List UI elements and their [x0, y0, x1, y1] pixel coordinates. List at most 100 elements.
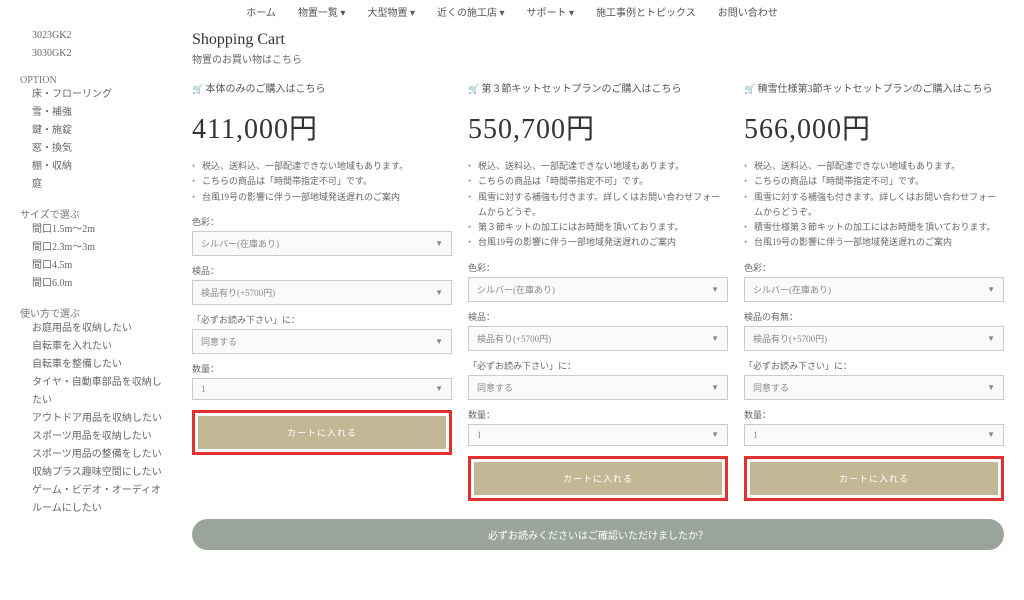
add-to-cart-button[interactable]: カートに入れる [198, 416, 446, 449]
field-label: 数量： [468, 408, 728, 421]
bullet: 税込、送料込、一部配達できない地域もあります。 [744, 159, 1004, 174]
select[interactable]: 1▼ [192, 378, 452, 400]
chevron-down-icon: ▼ [987, 430, 995, 439]
product-column: 積雪仕様第3節キットセットプランのご購入はこちら566,000円税込、送料込、一… [744, 82, 1004, 501]
sidebar-option[interactable]: 雪・補強 [32, 104, 168, 122]
nav-item[interactable]: 大型物置 ▾ [367, 4, 415, 19]
bullet: こちらの商品は「時間帯指定不可」です。 [744, 174, 1004, 189]
sidebar-option[interactable]: 床・フローリング [32, 86, 168, 104]
column-head: 第３節キットセットプランのご購入はこちら [468, 82, 728, 97]
cart-subtitle: 物置のお買い物はこちら [192, 51, 1004, 66]
field-label: 「必ずお読み下さい」に： [744, 359, 1004, 372]
sidebar-use[interactable]: 収納プラス趣味空間にしたい [32, 464, 168, 482]
add-to-cart-highlight: カートに入れる [192, 410, 452, 455]
chevron-down-icon: ▼ [711, 430, 719, 439]
sidebar-use[interactable]: 自転車を入れたい [32, 338, 168, 356]
field-label: 数量： [744, 408, 1004, 421]
select[interactable]: 同意する ▼ [744, 375, 1004, 400]
select-value: 同意する [201, 335, 237, 348]
sidebar-size[interactable]: 間口1.5m～2m [32, 221, 168, 239]
nav-item[interactable]: ホーム [246, 4, 276, 19]
sidebar-option[interactable]: 庭 [32, 176, 168, 194]
sidebar-size[interactable]: 間口4.5m [32, 257, 168, 275]
chevron-down-icon: ▼ [711, 334, 719, 343]
price: 411,000円 [192, 107, 452, 147]
select-value: シルバー(在庫あり) [477, 283, 555, 296]
top-nav: ホーム 物置一覧 ▾ 大型物置 ▾ 近くの施工店 ▾ サポート ▾ 施工事例とト… [0, 0, 1024, 27]
chevron-down-icon: ▼ [435, 337, 443, 346]
sidebar-use[interactable]: ゲーム・ビデオ・オーディオルームにしたい [32, 482, 168, 518]
add-to-cart-button[interactable]: カートに入れる [474, 462, 722, 495]
price: 550,700円 [468, 107, 728, 147]
bullet-list: 税込、送料込、一部配達できない地域もあります。こちらの商品は「時間帯指定不可」で… [192, 159, 452, 205]
sidebar-option[interactable]: 鍵・施錠 [32, 122, 168, 140]
sidebar-use[interactable]: お庭用品を収納したい [32, 320, 168, 338]
select[interactable]: 1▼ [468, 424, 728, 446]
field-label: 検品： [192, 264, 452, 277]
chevron-down-icon: ▼ [987, 334, 995, 343]
select[interactable]: 1▼ [744, 424, 1004, 446]
sidebar-head-size: サイズで選ぶ [20, 206, 168, 221]
sidebar-use[interactable]: 自転車を整備したい [32, 356, 168, 374]
sidebar: 3023GK2 3030GK2 OPTION 床・フローリング雪・補強鍵・施錠窓… [20, 27, 180, 550]
bullet: 風雪に対する補強も付きます。詳しくはお問い合わせフォームからどうぞ。 [744, 190, 1004, 221]
select-value: 検品有り(+5700円) [753, 332, 827, 345]
product-column: 本体のみのご購入はこちら411,000円税込、送料込、一部配達できない地域もあり… [192, 82, 452, 501]
select[interactable]: シルバー(在庫あり) ▼ [192, 231, 452, 256]
sidebar-size[interactable]: 間口2.3m～3m [32, 239, 168, 257]
select[interactable]: 検品有り(+5700円) ▼ [744, 326, 1004, 351]
select-value: シルバー(在庫あり) [201, 237, 279, 250]
select[interactable]: シルバー(在庫あり) ▼ [744, 277, 1004, 302]
select-value: シルバー(在庫あり) [753, 283, 831, 296]
chevron-down-icon: ▼ [987, 285, 995, 294]
chevron-down-icon: ▼ [435, 384, 443, 393]
select-value: 同意する [477, 381, 513, 394]
chevron-down-icon: ▼ [711, 285, 719, 294]
select[interactable]: 検品有り(+5700円)▼ [468, 326, 728, 351]
field-label: 色彩： [468, 261, 728, 274]
nav-item[interactable]: 近くの施工店 ▾ [437, 4, 505, 19]
column-head: 積雪仕様第3節キットセットプランのご購入はこちら [744, 82, 1004, 97]
field-label: 検品： [468, 310, 728, 323]
chevron-down-icon: ▼ [435, 239, 443, 248]
sidebar-head-use: 使い方で選ぶ [20, 305, 168, 320]
add-to-cart-highlight: カートに入れる [744, 456, 1004, 501]
nav-item[interactable]: お問い合わせ [718, 4, 778, 19]
sidebar-option[interactable]: 窓・換気 [32, 140, 168, 158]
chevron-down-icon: ▼ [987, 383, 995, 392]
bullet: 第３節キットの加工にはお時間を頂いております。 [468, 220, 728, 235]
nav-item[interactable]: 物置一覧 ▾ [298, 4, 346, 19]
sidebar-head-option: OPTION [20, 75, 168, 86]
nav-item[interactable]: サポート ▾ [527, 4, 575, 19]
select[interactable]: 同意する ▼ [468, 375, 728, 400]
confirm-banner[interactable]: 必ずお読みくださいはご確認いただけましたか？ [192, 519, 1004, 550]
nav-item[interactable]: 施工事例とトピックス [596, 4, 696, 19]
chevron-down-icon: ▼ [711, 383, 719, 392]
bullet: 台風19号の影響に伴う一部地域発送遅れのご案内 [744, 235, 1004, 250]
add-to-cart-button[interactable]: カートに入れる [750, 462, 998, 495]
main: Shopping Cart 物置のお買い物はこちら 本体のみのご購入はこちら41… [180, 27, 1004, 550]
field-label: 「必ずお読み下さい」に： [192, 313, 452, 326]
select-value: 1 [477, 430, 482, 440]
bullet: こちらの商品は「時間帯指定不可」です。 [192, 174, 452, 189]
sidebar-model[interactable]: 3023GK2 [32, 27, 168, 45]
select[interactable]: シルバー(在庫あり) ▼ [468, 277, 728, 302]
sidebar-use[interactable]: アウトドア用品を収納したい [32, 410, 168, 428]
bullet: こちらの商品は「時間帯指定不可」です。 [468, 174, 728, 189]
bullet: 積雪仕様第３節キットの加工にはお時間を頂いております。 [744, 220, 1004, 235]
bullet: 税込、送料込、一部配達できない地域もあります。 [192, 159, 452, 174]
sidebar-size[interactable]: 間口6.0m [32, 275, 168, 293]
select-value: 同意する [753, 381, 789, 394]
field-label: 「必ずお読み下さい」に： [468, 359, 728, 372]
sidebar-option[interactable]: 棚・収納 [32, 158, 168, 176]
select-value: 1 [201, 384, 206, 394]
bullet: 税込、送料込、一部配達できない地域もあります。 [468, 159, 728, 174]
sidebar-use[interactable]: スポーツ用品を収納したい [32, 428, 168, 446]
add-to-cart-highlight: カートに入れる [468, 456, 728, 501]
sidebar-use[interactable]: タイヤ・自動車部品を収納したい [32, 374, 168, 410]
sidebar-use[interactable]: スポーツ用品の整備をしたい [32, 446, 168, 464]
select[interactable]: 同意する ▼ [192, 329, 452, 354]
select[interactable]: 検品有り(+5700円)▼ [192, 280, 452, 305]
field-label: 検品の有無： [744, 310, 1004, 323]
sidebar-model[interactable]: 3030GK2 [32, 45, 168, 63]
